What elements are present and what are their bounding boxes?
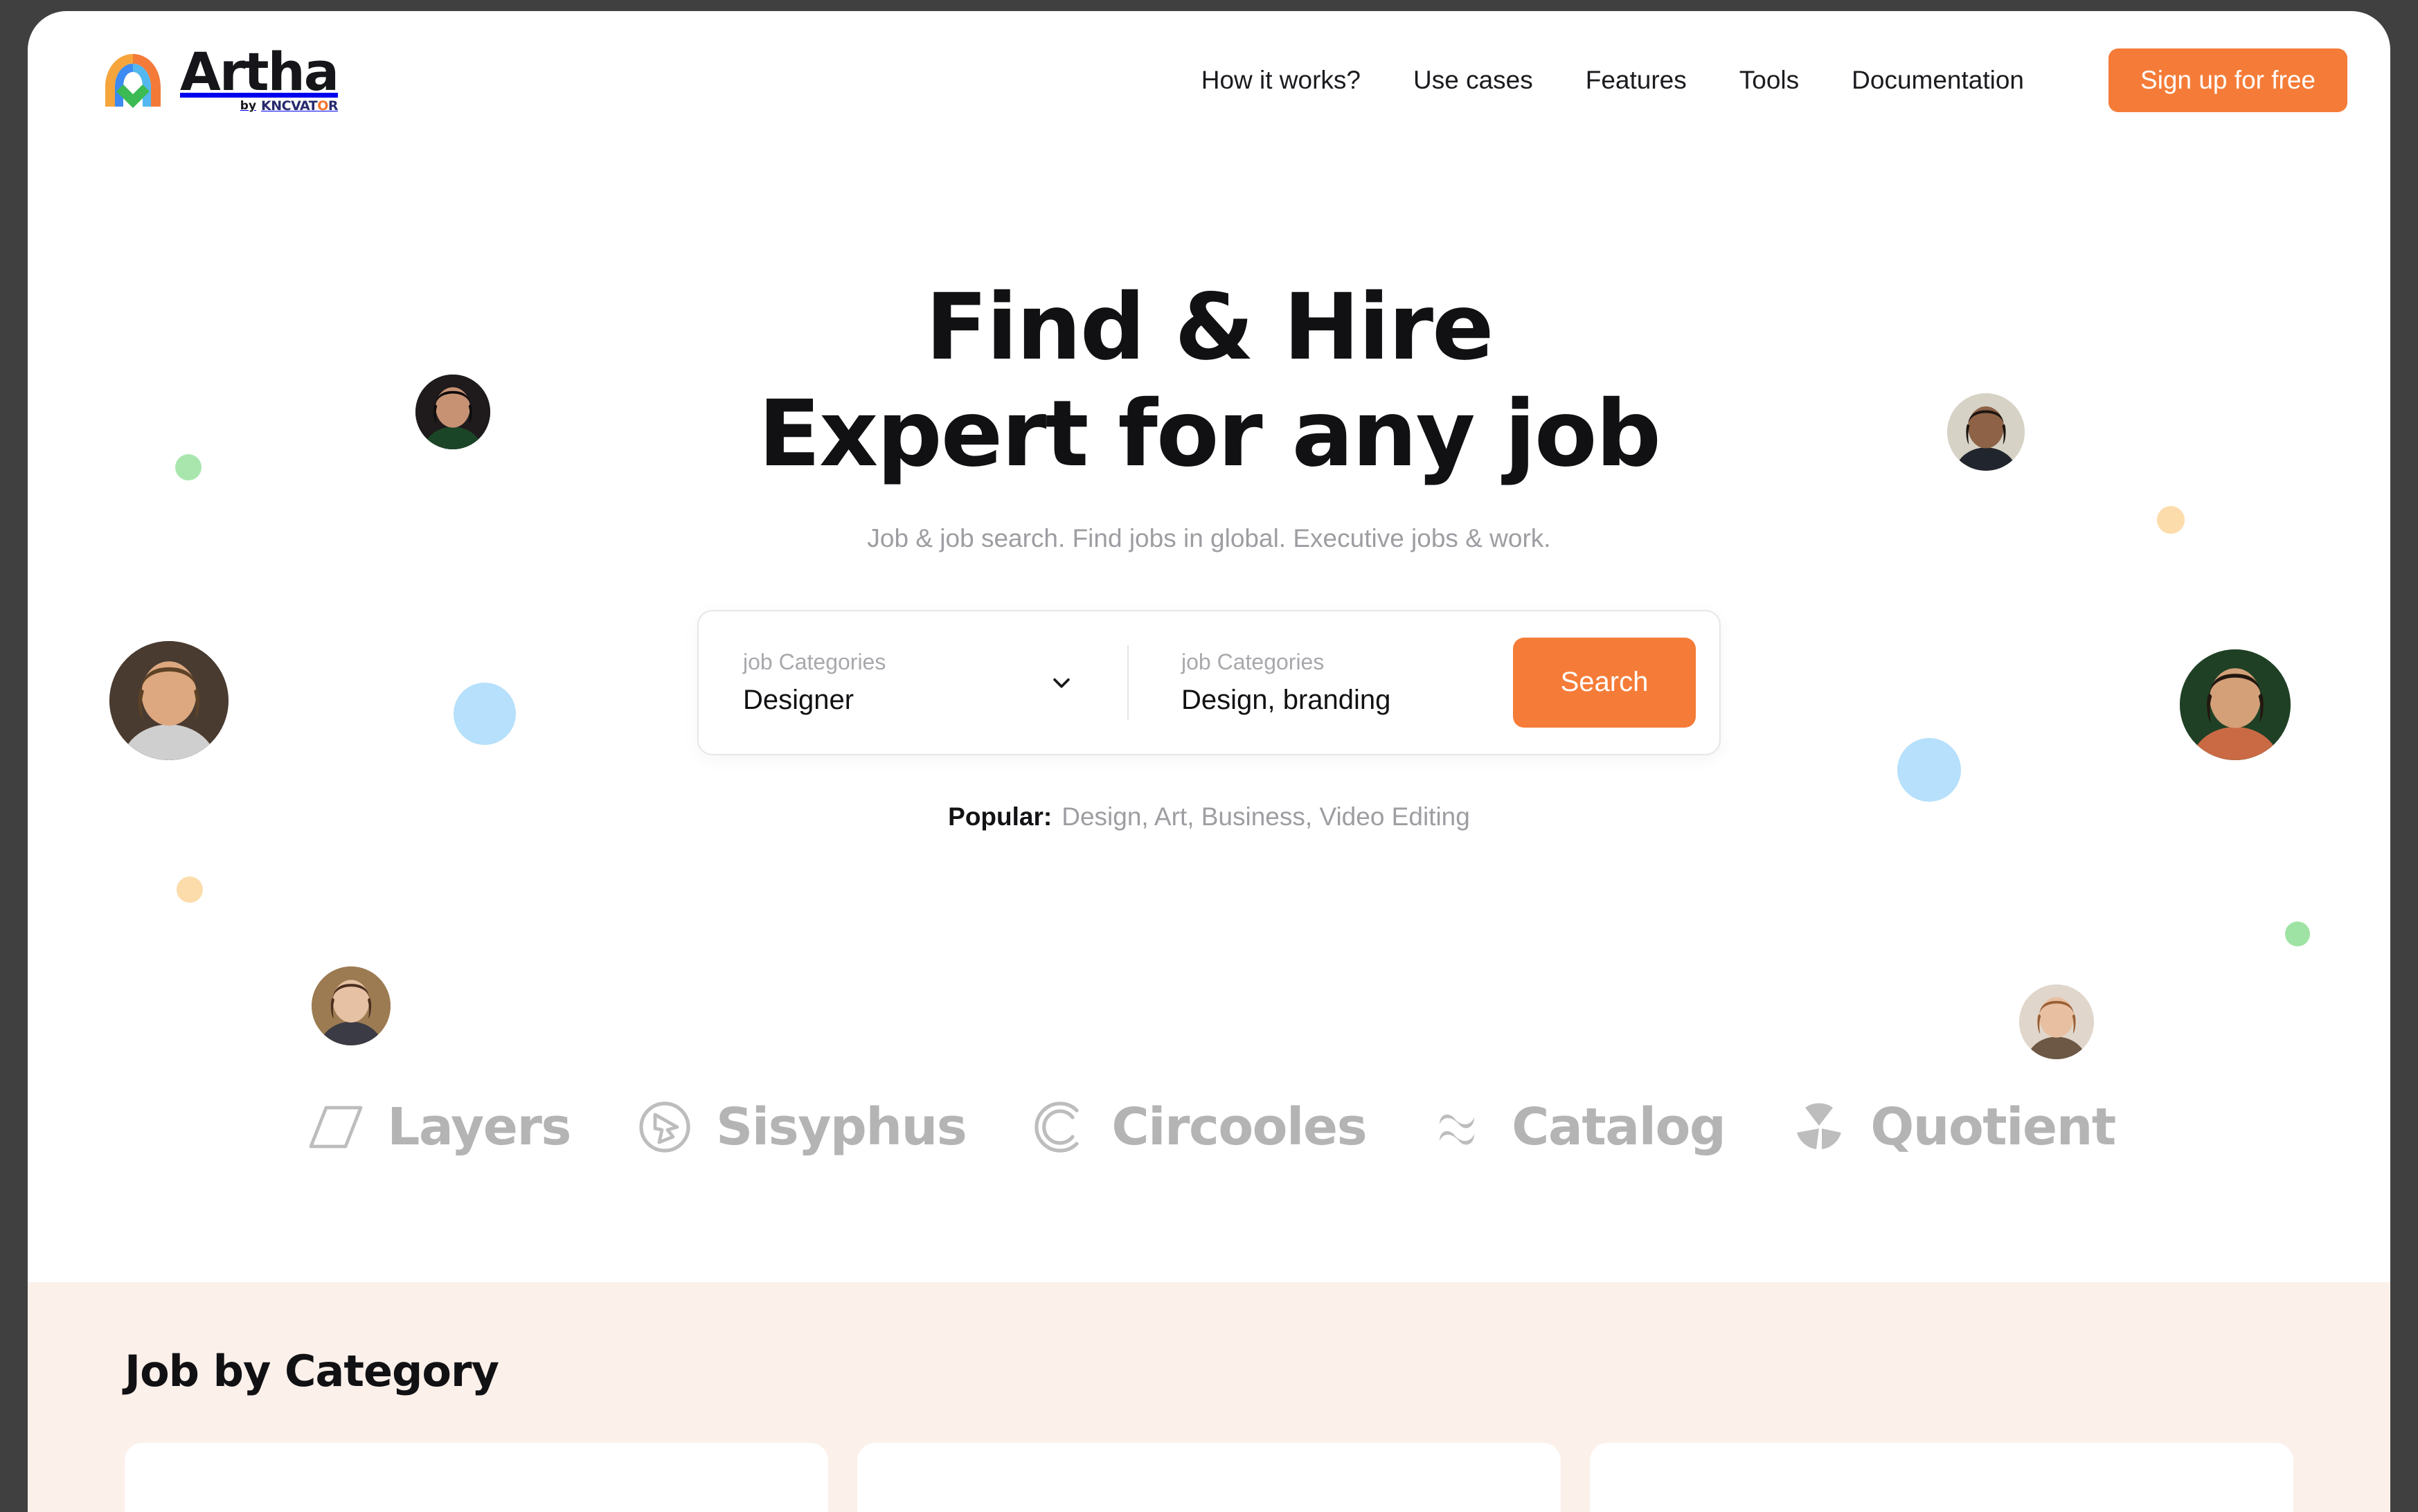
- nav-link-tools[interactable]: Tools: [1739, 66, 1799, 95]
- main-nav: How it works? Use cases Features Tools D…: [1201, 48, 2347, 112]
- page-title: Find & Hire Expert for any job: [28, 274, 2390, 488]
- hero-section: Find & Hire Expert for any job Job & job…: [28, 150, 2390, 1282]
- nav-link-how-it-works[interactable]: How it works?: [1201, 66, 1361, 95]
- blue-blob-right: [1897, 738, 1961, 802]
- avatar-photo: [109, 641, 229, 760]
- brand-name-sisyphus: Sisyphus: [715, 1097, 967, 1157]
- logo-wordmark: Artha: [180, 40, 339, 102]
- popular-searches: Popular: Design, Art, Business, Video Edi…: [28, 802, 2390, 831]
- avatar-photo: [312, 966, 391, 1045]
- avatar-bottom-left: [312, 966, 391, 1045]
- double-wave-icon: [1440, 1114, 1475, 1145]
- brand-name-layers: Layers: [387, 1097, 571, 1157]
- hero-subtitle: Job & job search. Find jobs in global. E…: [867, 523, 1551, 552]
- device-frame: Artha by KNCVATOR How it works? Use case…: [0, 0, 2418, 1512]
- hero-copy: Find & Hire Expert for any job Job & job…: [28, 150, 2390, 553]
- popular-items[interactable]: Design, Art, Business, Video Editing: [1062, 802, 1470, 831]
- job-keyword-input[interactable]: job Categories Design, branding: [1129, 649, 1489, 716]
- signup-button[interactable]: Sign up for free: [2108, 48, 2347, 112]
- job-by-category-section: Job by Category: [28, 1282, 2390, 1512]
- trefoil-icon: [1797, 1103, 1842, 1149]
- brand-item-sisyphus[interactable]: Sisyphus: [632, 1094, 967, 1160]
- category-card[interactable]: [1590, 1443, 2293, 1512]
- parallelogram-icon: [309, 1106, 363, 1149]
- brand-name-circooles: Circooles: [1111, 1097, 1367, 1157]
- byline-post: R: [328, 98, 339, 114]
- job-category-select[interactable]: job Categories Designer: [743, 649, 1127, 716]
- avatar-photo: [2019, 984, 2094, 1059]
- search-button[interactable]: Search: [1513, 637, 1696, 728]
- brand-item-catalog[interactable]: Catalog: [1427, 1094, 1726, 1160]
- nav-link-use-cases[interactable]: Use cases: [1413, 66, 1533, 95]
- byline-o: O: [317, 98, 328, 114]
- nav-link-features[interactable]: Features: [1586, 66, 1687, 95]
- brand-item-circooles[interactable]: Circooles: [1027, 1094, 1368, 1160]
- category-card[interactable]: [857, 1443, 1561, 1512]
- avatar-bottom-right: [2019, 984, 2094, 1059]
- category-card-row: [125, 1443, 2293, 1512]
- orange-dot-left-low: [177, 876, 203, 903]
- circle-bolt-icon: [639, 1101, 690, 1153]
- blue-blob-left: [454, 683, 516, 745]
- avatar-left-large: [109, 641, 229, 760]
- avatar-right-large: [2180, 649, 2291, 760]
- avatar-photo: [2180, 649, 2291, 760]
- brand-logo[interactable]: Artha by KNCVATOR: [97, 40, 339, 114]
- hero-title-line-2: Expert for any job: [758, 381, 1661, 488]
- byline-pre: KNCVAT: [261, 98, 318, 114]
- hero-title-line-1: Find & Hire: [925, 274, 1494, 381]
- brand-logo-row: Layers Sisyphus Circooles Catalog Quotie…: [28, 1094, 2390, 1160]
- nav-link-documentation[interactable]: Documentation: [1852, 66, 2024, 95]
- job-keyword-label: job Categories: [1181, 649, 1325, 674]
- job-keyword-value: Design, branding: [1181, 684, 1391, 715]
- category-card[interactable]: [125, 1443, 828, 1512]
- brand-item-quotient[interactable]: Quotient: [1786, 1094, 2116, 1160]
- green-dot-right-low: [2285, 921, 2310, 946]
- brand-name-catalog: Catalog: [1512, 1097, 1726, 1157]
- browser-viewport: Artha by KNCVATOR How it works? Use case…: [28, 11, 2390, 1512]
- logo-byline-brand: KNCVATOR: [261, 98, 338, 114]
- search-panel: job Categories Designer job Categories D…: [697, 609, 1721, 755]
- crescent-c-icon: [1035, 1101, 1079, 1153]
- section-heading: Job by Category: [125, 1346, 499, 1396]
- brand-name-quotient: Quotient: [1870, 1097, 2116, 1157]
- logo-byline: by KNCVATOR: [240, 98, 339, 114]
- chevron-down-icon[interactable]: [1050, 671, 1073, 694]
- popular-label: Popular:: [948, 802, 1053, 831]
- brand-item-layers[interactable]: Layers: [303, 1094, 571, 1160]
- logo-byline-by: by: [240, 99, 257, 114]
- artha-arch-logo-icon: [105, 53, 161, 108]
- site-header: Artha by KNCVATOR How it works? Use case…: [28, 11, 2390, 150]
